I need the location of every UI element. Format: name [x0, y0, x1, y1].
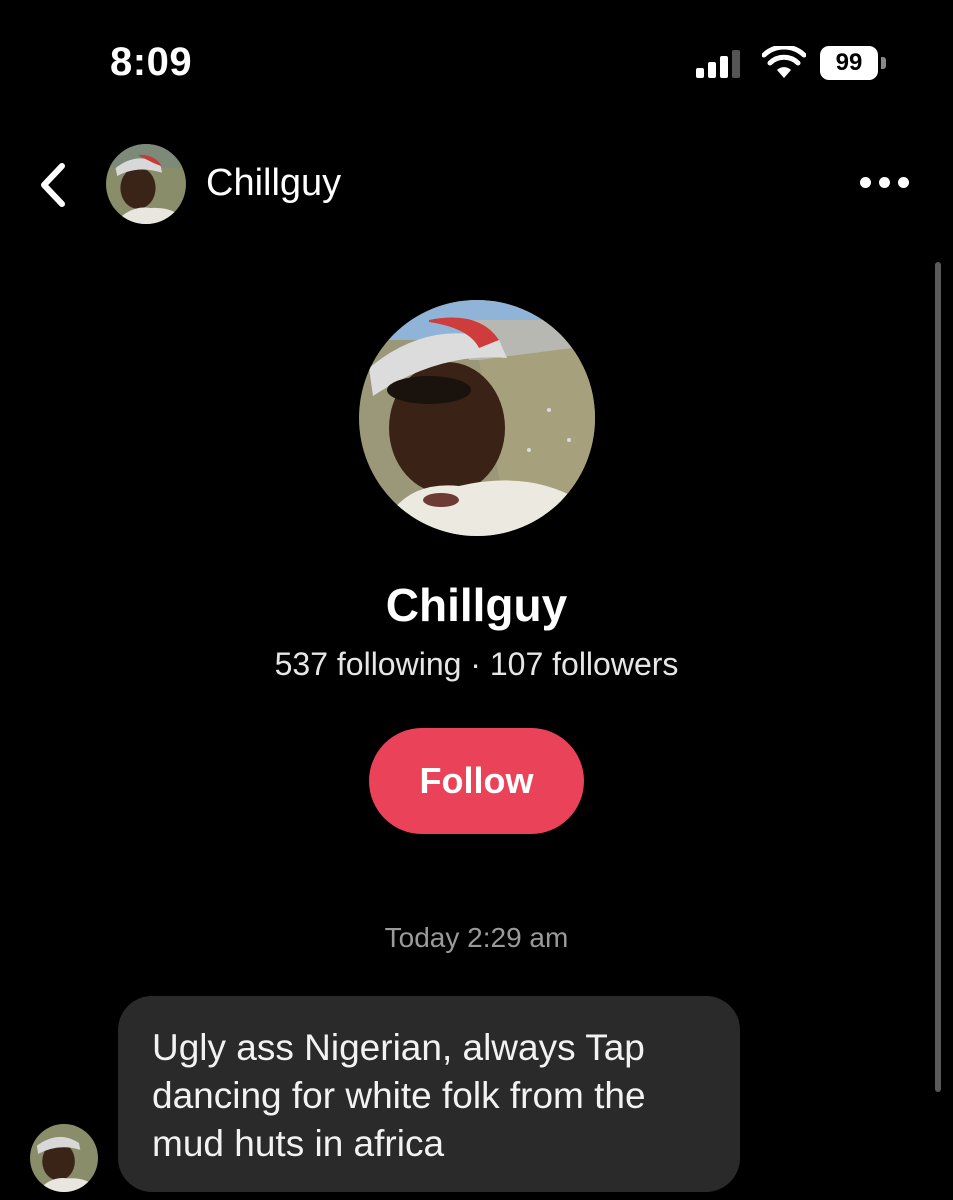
message-bubble[interactable]: Ugly ass Nigerian, always Tap dancing fo…: [118, 996, 740, 1192]
status-time: 8:09: [110, 40, 193, 84]
message-sender-avatar[interactable]: [30, 1124, 98, 1192]
dm-screen: 8:09 99 Chillguy Chillguy 537 following …: [0, 0, 953, 1200]
header-username[interactable]: Chillguy: [206, 162, 341, 205]
profile-avatar[interactable]: [359, 300, 595, 536]
cellular-signal-icon: [696, 50, 742, 78]
header-avatar[interactable]: [106, 144, 186, 224]
profile-name: Chillguy: [385, 579, 568, 631]
follow-button[interactable]: Follow: [369, 728, 584, 834]
more-horizontal-icon[interactable]: [858, 170, 910, 196]
battery-level: 99: [820, 46, 878, 80]
battery-icon: 99: [820, 46, 886, 80]
profile-stats[interactable]: 537 following · 107 followers: [0, 646, 953, 683]
chevron-left-icon[interactable]: [36, 162, 72, 208]
wifi-icon: [762, 46, 806, 78]
message-timestamp: Today 2:29 am: [384, 922, 569, 953]
